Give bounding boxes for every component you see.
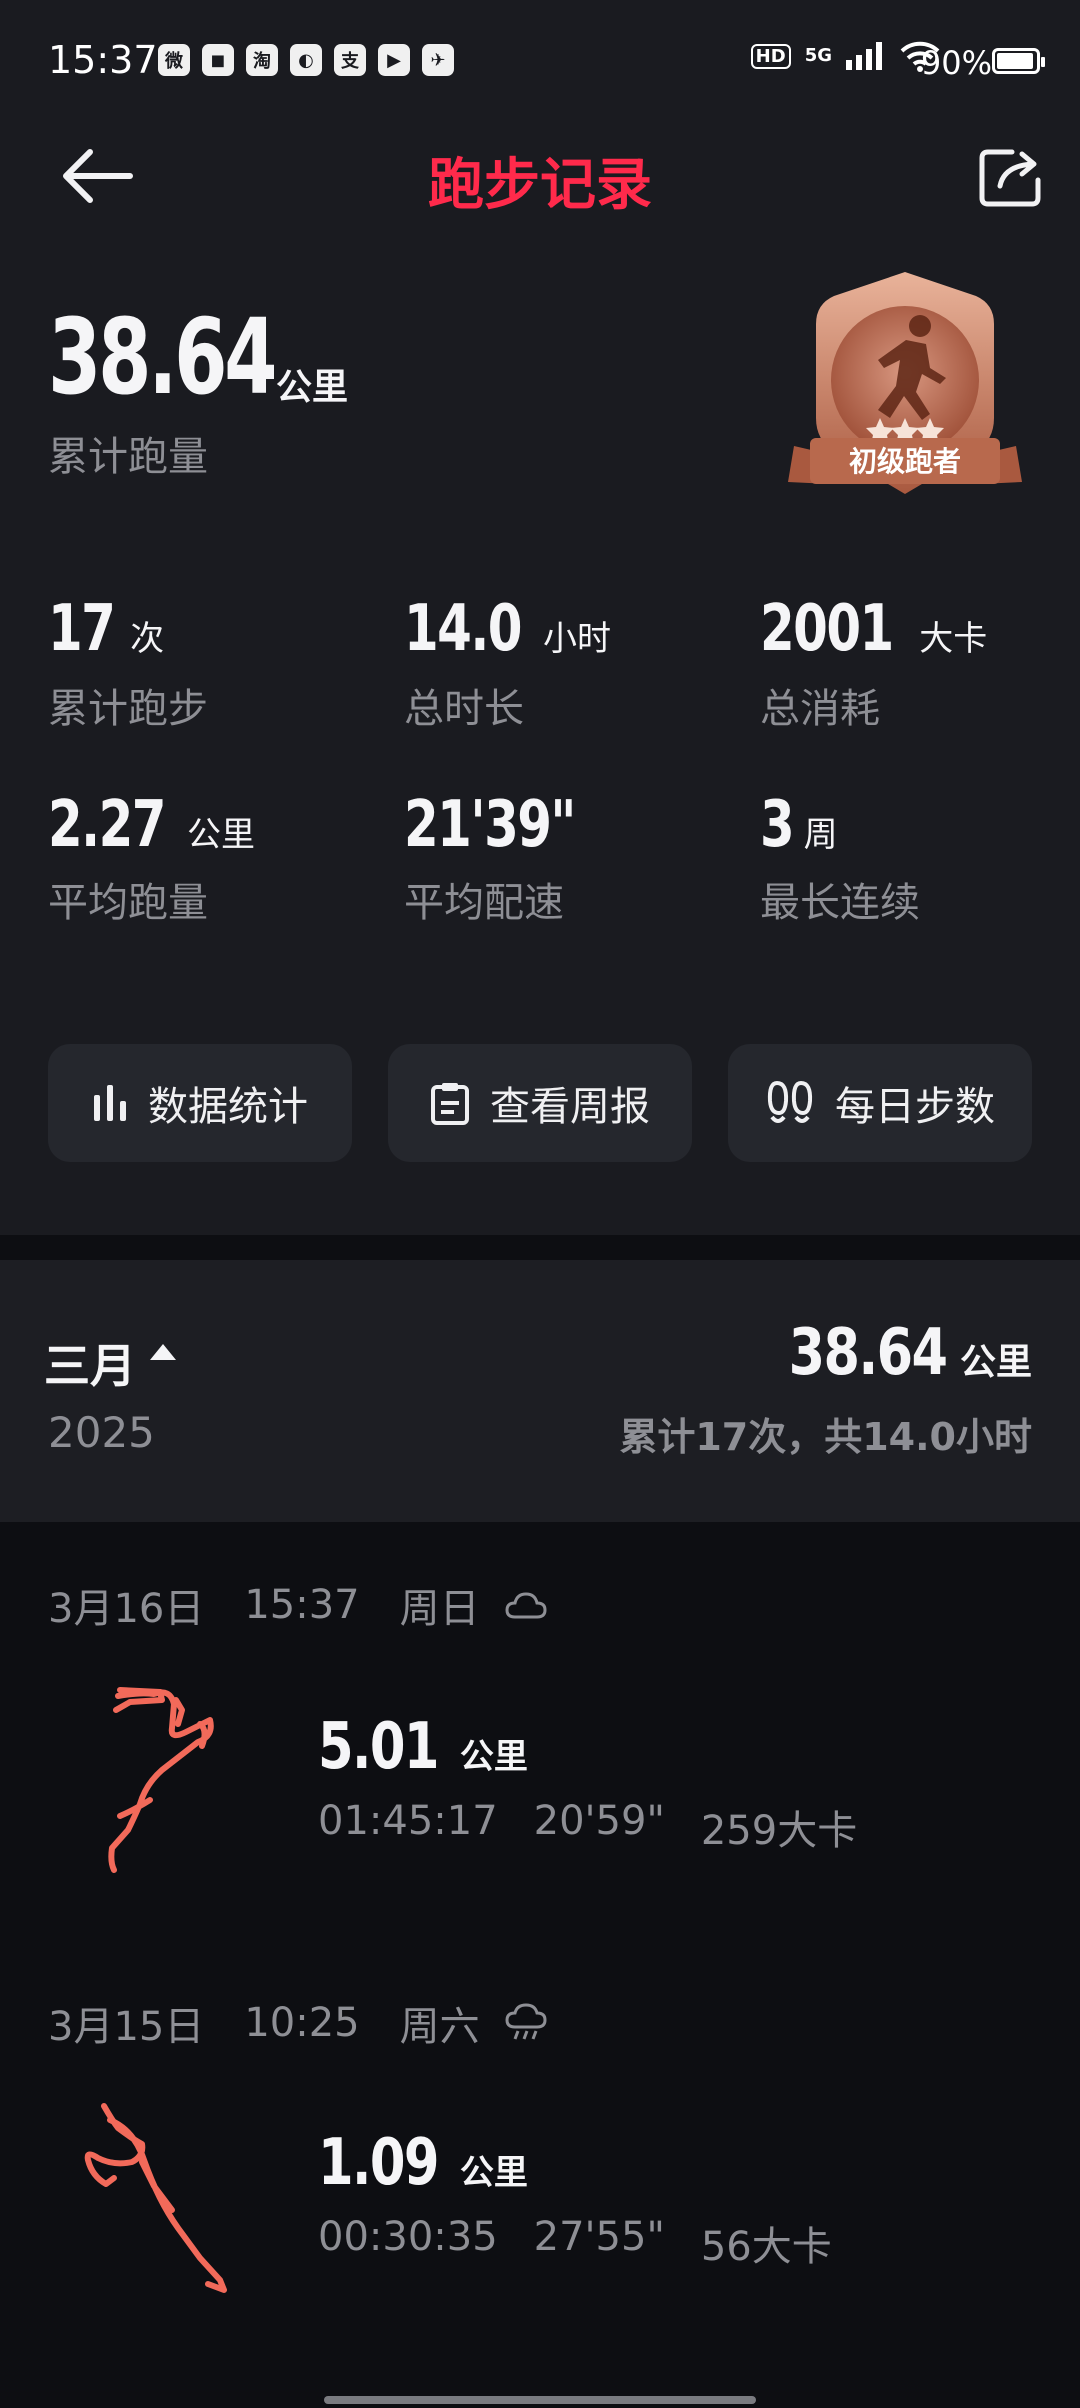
- stat-label: 平均跑量: [48, 880, 208, 926]
- record-weekday: 周六: [399, 2004, 480, 2050]
- status-indicators: HD 5G: [750, 40, 940, 72]
- app-icon: ✈: [422, 44, 454, 76]
- taobao-icon: 淘: [246, 44, 278, 76]
- record-date: 3月15日: [48, 2004, 205, 2050]
- month-distance-unit: 公里: [959, 1342, 1032, 1383]
- stat-label: 平均配速: [404, 880, 564, 926]
- action-label: 数据统计: [148, 1084, 308, 1130]
- hd-icon: HD: [750, 43, 791, 69]
- record-distance: 5.01 公里: [318, 1710, 528, 1784]
- status-time: 15:37: [48, 38, 158, 82]
- signal-icon: [846, 42, 882, 70]
- share-button[interactable]: [978, 146, 1044, 208]
- record-weekday: 周日: [399, 1586, 480, 1632]
- record-calories: 259大卡: [700, 1808, 858, 1854]
- record-metrics: 01:45:17 20'59" 259大卡: [318, 1798, 857, 1856]
- year-label: 2025: [48, 1408, 155, 1457]
- month-summary-text: 累计17次，共14.0小时: [619, 1415, 1032, 1459]
- record-header: 3月16日 15:37 周日: [48, 1576, 548, 1634]
- cloud-icon: [505, 1592, 547, 1619]
- stat-unit: 大卡: [919, 619, 988, 659]
- stat-value: 2001: [760, 592, 894, 666]
- weekly-report-button[interactable]: 查看周报: [388, 1044, 692, 1162]
- record-distance-value: 5.01: [318, 1710, 440, 1784]
- stat-label: 累计跑步: [48, 686, 208, 732]
- stat-unit: 周: [803, 815, 838, 855]
- stat-label: 最长连续: [760, 880, 920, 926]
- record-duration: 01:45:17: [318, 1798, 498, 1844]
- alipay-icon: 支: [334, 44, 366, 76]
- total-distance-unit: 公里: [276, 367, 349, 408]
- stat-runs: 17 次: [48, 592, 164, 666]
- record-distance-unit: 公里: [459, 2153, 528, 2193]
- record-pace: 27'55": [533, 2214, 665, 2260]
- runner-level-badge[interactable]: 初级跑者: [780, 268, 1030, 508]
- wechat-icon: 微: [158, 44, 190, 76]
- stat-unit: 小时: [543, 619, 611, 659]
- record-header: 3月15日 10:25 周六: [48, 1994, 548, 2052]
- stat-value: 3: [760, 788, 795, 862]
- record-calories: 56大卡: [700, 2224, 832, 2270]
- record-duration: 00:30:35: [318, 2214, 498, 2260]
- stat-value: 21'39": [404, 788, 576, 862]
- stat-unit: 公里: [187, 815, 255, 855]
- total-distance-value: 38.64: [48, 296, 278, 418]
- month-total-distance: 38.64 公里: [754, 1316, 1032, 1390]
- app-icon: ◼: [202, 44, 234, 76]
- home-indicator[interactable]: [324, 2396, 756, 2404]
- route-map-thumbnail[interactable]: [74, 2100, 244, 2300]
- month-distance-value: 38.64: [788, 1316, 947, 1390]
- stat-avg-distance: 2.27 公里: [48, 788, 255, 862]
- record-distance-unit: 公里: [459, 1737, 528, 1777]
- stat-label: 总时长: [404, 686, 524, 732]
- daily-steps-button[interactable]: 每日步数: [728, 1044, 1032, 1162]
- caret-up-icon[interactable]: [150, 1344, 176, 1360]
- status-app-icons: 微 ◼ 淘 ◐ 支 ▶ ✈: [158, 44, 454, 76]
- footprints-icon: [767, 1080, 813, 1123]
- action-label: 查看周报: [490, 1084, 650, 1130]
- stat-duration: 14.0 小时: [404, 592, 611, 666]
- stat-calories: 2001 大卡: [760, 592, 987, 666]
- page-title: 跑步记录: [428, 153, 652, 218]
- network-type: 5G: [804, 45, 832, 66]
- stat-avg-pace: 21'39": [404, 788, 623, 862]
- month-summary-section: [0, 1260, 1080, 1522]
- video-icon: ▶: [378, 44, 410, 76]
- record-time: 10:25: [244, 2000, 360, 2046]
- clipboard-icon: [431, 1083, 469, 1125]
- stat-unit: 次: [130, 619, 165, 659]
- bar-chart-icon: [94, 1085, 126, 1121]
- total-distance-label: 累计跑量: [48, 434, 208, 480]
- record-pace: 20'59": [533, 1798, 665, 1844]
- record-date: 3月16日: [48, 1586, 205, 1632]
- record-time: 15:37: [244, 1582, 360, 1628]
- battery-icon: [992, 48, 1045, 74]
- rain-icon: [505, 2003, 547, 2040]
- action-label: 每日步数: [835, 1084, 995, 1130]
- battery-level: 90%: [920, 44, 992, 82]
- data-statistics-button[interactable]: 数据统计: [48, 1044, 352, 1162]
- stat-value: 17: [48, 592, 116, 666]
- badge-label: 初级跑者: [849, 445, 961, 478]
- record-distance: 1.09 公里: [318, 2126, 528, 2200]
- stat-value: 2.27: [48, 788, 166, 862]
- stat-longest-streak: 3 周: [760, 788, 838, 862]
- app-icon: ◐: [290, 44, 322, 76]
- stat-label: 总消耗: [760, 686, 880, 732]
- route-map-thumbnail[interactable]: [90, 1680, 230, 1880]
- stat-value: 14.0: [404, 592, 522, 666]
- record-metrics: 00:30:35 27'55" 56大卡: [318, 2214, 832, 2272]
- month-selector[interactable]: 三月: [44, 1330, 136, 1396]
- record-distance-value: 1.09: [318, 2126, 440, 2200]
